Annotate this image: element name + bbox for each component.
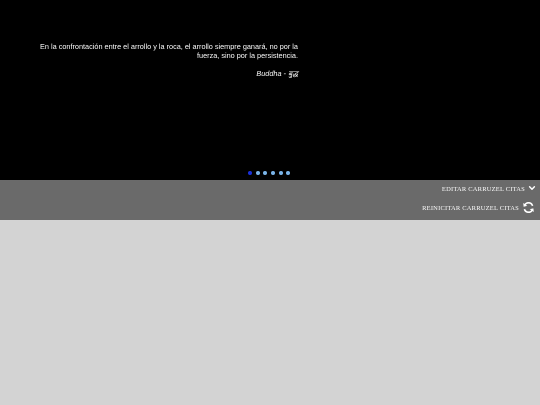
carousel-dot[interactable] <box>286 171 291 175</box>
reset-carousel-button[interactable]: REINICITAR CARRUZEL CITAS <box>422 201 535 216</box>
carousel-dot[interactable] <box>263 171 268 175</box>
carousel-dot[interactable] <box>255 171 260 175</box>
quote-carousel: En la confrontación entre el arrollo y l… <box>0 0 540 180</box>
reset-carousel-label: REINICITAR CARRUZEL CITAS <box>422 205 519 212</box>
carousel-dot[interactable] <box>271 171 276 175</box>
quote-text: En la confrontación entre el arrollo y l… <box>40 42 298 61</box>
refresh-icon <box>522 201 535 216</box>
carousel-controls: EDITAR CARRUZEL CITAS REINICITAR CARRUZE… <box>0 180 540 220</box>
chevron-down-icon <box>528 184 536 194</box>
carousel-indicators <box>248 171 291 175</box>
carousel-dot[interactable] <box>278 171 283 175</box>
edit-carousel-button[interactable]: EDITAR CARRUZEL CITAS <box>442 184 536 194</box>
edit-carousel-label: EDITAR CARRUZEL CITAS <box>441 185 525 193</box>
carousel-dot[interactable] <box>248 171 252 175</box>
quote-author: Buddha - बुद्ध <box>256 69 298 78</box>
